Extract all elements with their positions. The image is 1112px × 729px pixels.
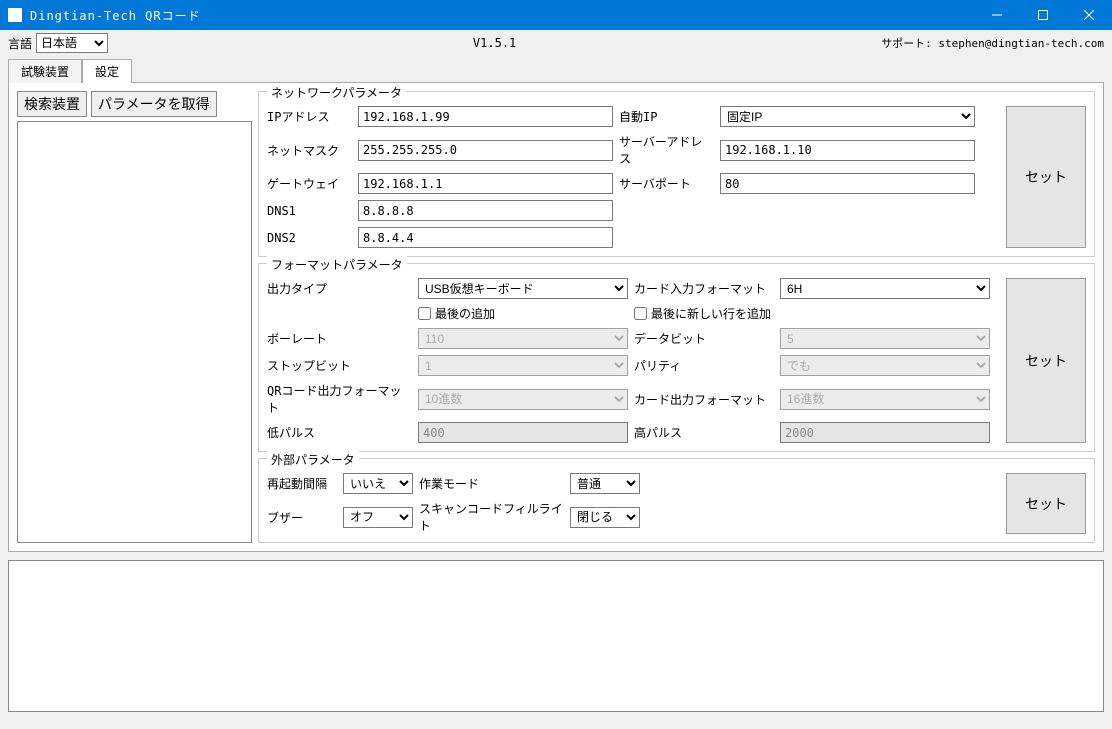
- qr-out-fmt-select: 10進数: [418, 389, 628, 410]
- card-out-fmt-label: カード出力フォーマット: [634, 391, 774, 408]
- external-group: 外部パラメータ 再起動間隔 いいえ 作業モード 普通 ブザー オフ スキャンコー…: [258, 458, 1095, 543]
- external-group-title: 外部パラメータ: [267, 451, 359, 468]
- netmask-input[interactable]: [358, 140, 613, 161]
- high-pulse-input: [780, 422, 990, 443]
- ip-input[interactable]: [358, 106, 613, 127]
- append-newline-checkbox-row: 最後に新しい行を追加: [634, 305, 990, 322]
- network-group-title: ネットワークパラメータ: [267, 84, 406, 101]
- server-addr-label: サーバーアドレス: [619, 133, 714, 167]
- scan-fill-light-select[interactable]: 閉じる: [570, 507, 640, 528]
- log-area[interactable]: [8, 560, 1104, 712]
- format-group: フォーマットパラメータ 出力タイプ USB仮想キーボード カード入力フォーマット…: [258, 263, 1095, 452]
- low-pulse-input: [418, 422, 628, 443]
- tab-settings[interactable]: 設定: [82, 59, 132, 83]
- card-input-fmt-select[interactable]: 6H: [780, 278, 990, 299]
- gateway-input[interactable]: [358, 173, 613, 194]
- parity-select: でも: [780, 355, 990, 376]
- language-label: 言語: [8, 35, 32, 52]
- search-device-button[interactable]: 検索装置: [17, 91, 87, 117]
- dns2-input[interactable]: [358, 227, 613, 248]
- reboot-interval-label: 再起動間隔: [267, 475, 337, 492]
- device-list[interactable]: [17, 121, 252, 543]
- gateway-label: ゲートウェイ: [267, 175, 352, 192]
- card-out-fmt-select: 16進数: [780, 389, 990, 410]
- ip-label: IPアドレス: [267, 108, 352, 125]
- window-controls: [974, 0, 1112, 30]
- work-mode-label: 作業モード: [419, 475, 564, 492]
- settings-page: 検索装置 パラメータを取得 ネットワークパラメータ IPアドレス 自動IP 固定…: [8, 82, 1104, 552]
- auto-ip-label: 自動IP: [619, 108, 714, 125]
- append-last-label: 最後の追加: [435, 305, 495, 322]
- stopbit-label: ストップビット: [267, 357, 412, 374]
- databit-select: 5: [780, 328, 990, 349]
- dns1-input[interactable]: [358, 200, 613, 221]
- minimize-button[interactable]: [974, 0, 1020, 30]
- format-group-title: フォーマットパラメータ: [267, 256, 407, 273]
- dns2-label: DNS2: [267, 231, 352, 245]
- append-last-checkbox[interactable]: [418, 307, 431, 320]
- tab-test-device[interactable]: 試験装置: [8, 59, 82, 83]
- window-title: Dingtian-Tech QRコード: [30, 7, 974, 24]
- output-type-label: 出力タイプ: [267, 280, 412, 297]
- close-button[interactable]: [1066, 0, 1112, 30]
- append-newline-label: 最後に新しい行を追加: [651, 305, 771, 322]
- reboot-interval-select[interactable]: いいえ: [343, 473, 413, 494]
- low-pulse-label: 低パルス: [267, 424, 412, 441]
- output-type-select[interactable]: USB仮想キーボード: [418, 278, 628, 299]
- baud-select: 110: [418, 328, 628, 349]
- network-group: ネットワークパラメータ IPアドレス 自動IP 固定IP ネットマスク サーバー…: [258, 91, 1095, 257]
- get-params-button[interactable]: パラメータを取得: [91, 91, 217, 117]
- version-label: V1.5.1: [108, 36, 881, 50]
- netmask-label: ネットマスク: [267, 142, 352, 159]
- baud-label: ボーレート: [267, 330, 412, 347]
- buzzer-select[interactable]: オフ: [343, 507, 413, 528]
- stopbit-select: 1: [418, 355, 628, 376]
- external-set-button[interactable]: セット: [1006, 473, 1086, 534]
- topbar: 言語 日本語 V1.5.1 サポート: stephen@dingtian-tec…: [0, 30, 1112, 56]
- parity-label: パリティ: [634, 357, 774, 374]
- app-icon: [8, 8, 22, 22]
- format-set-button[interactable]: セット: [1006, 278, 1086, 443]
- maximize-icon: [1038, 10, 1048, 20]
- auto-ip-select[interactable]: 固定IP: [720, 106, 975, 127]
- titlebar: Dingtian-Tech QRコード: [0, 0, 1112, 30]
- language-select[interactable]: 日本語: [36, 33, 108, 53]
- databit-label: データビット: [634, 330, 774, 347]
- close-icon: [1084, 10, 1094, 20]
- tabs: 試験装置 設定: [0, 58, 1112, 82]
- server-port-label: サーバポート: [619, 175, 714, 192]
- qr-out-fmt-label: QRコード出力フォーマット: [267, 382, 412, 416]
- maximize-button[interactable]: [1020, 0, 1066, 30]
- support-label: サポート: stephen@dingtian-tech.com: [881, 35, 1104, 51]
- network-set-button[interactable]: セット: [1006, 106, 1086, 248]
- card-input-fmt-label: カード入力フォーマット: [634, 280, 774, 297]
- buzzer-label: ブザー: [267, 509, 337, 526]
- minimize-icon: [992, 10, 1002, 20]
- work-mode-select[interactable]: 普通: [570, 473, 640, 494]
- append-newline-checkbox[interactable]: [634, 307, 647, 320]
- server-addr-input[interactable]: [720, 140, 975, 161]
- scan-fill-light-label: スキャンコードフィルライト: [419, 500, 564, 534]
- dns1-label: DNS1: [267, 204, 352, 218]
- high-pulse-label: 高パルス: [634, 424, 774, 441]
- server-port-input[interactable]: [720, 173, 975, 194]
- append-last-checkbox-row: 最後の追加: [418, 305, 628, 322]
